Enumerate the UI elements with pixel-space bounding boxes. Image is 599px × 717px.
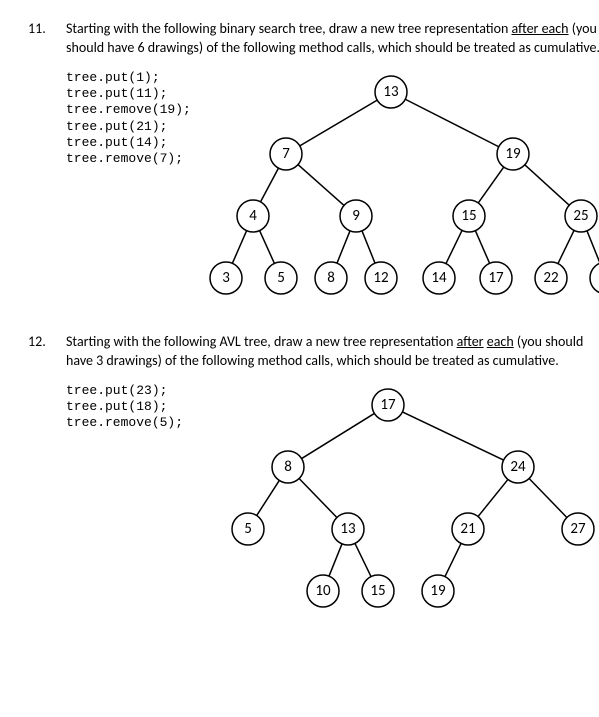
prompt-pre: Starting with the following AVL tree, dr… <box>66 333 457 350</box>
tree-edge <box>300 100 377 146</box>
tree-node-label: 27 <box>570 520 586 538</box>
question-number: 12. <box>28 333 56 616</box>
content-row: tree.put(23); tree.put(18); tree.remove(… <box>66 381 599 616</box>
tree-node-label: 5 <box>244 520 252 538</box>
content-row: tree.put(1); tree.put(11); tree.remove(1… <box>66 68 599 303</box>
tree-edge <box>362 231 375 263</box>
tree-node-label: 25 <box>573 207 588 225</box>
tree-edge <box>525 165 569 205</box>
tree-node-label: 15 <box>461 207 476 225</box>
tree-node-label: 8 <box>284 458 292 476</box>
tree-edge <box>232 230 246 263</box>
tree-svg: 17 8 24 5 13 21 27 10 15 19 <box>183 381 599 616</box>
tree-node-label: 14 <box>431 269 447 287</box>
tree-edge <box>529 478 567 517</box>
tree-node-label: 15 <box>370 582 385 600</box>
tree-svg: 137194915253581214172227 <box>191 68 599 303</box>
code-block: tree.put(23); tree.put(18); tree.remove(… <box>66 381 183 432</box>
tree-node-label: 13 <box>340 520 356 538</box>
question-body: Starting with the following binary searc… <box>66 20 599 303</box>
prompt-pre: Starting with the following binary searc… <box>66 20 511 37</box>
tree-node-label: 7 <box>282 145 290 163</box>
bst-tree: 137194915253581214172227 <box>191 68 599 303</box>
tree-node-label: 8 <box>327 269 335 287</box>
prompt-text: Starting with the following AVL tree, dr… <box>66 333 599 371</box>
tree-node-label: 21 <box>460 520 475 538</box>
tree-node-label: 17 <box>488 269 504 287</box>
tree-edge <box>478 167 503 203</box>
tree-node-label: 5 <box>277 269 285 287</box>
tree-node-label: 4 <box>249 207 257 225</box>
tree-edge <box>259 230 274 263</box>
tree-node-label: 12 <box>373 269 388 287</box>
tree-node-label: 3 <box>222 269 230 287</box>
tree-node-label: 9 <box>352 207 360 225</box>
avl-tree: 17 8 24 5 13 21 27 10 15 19 <box>183 381 599 616</box>
tree-edge <box>329 543 342 575</box>
tree-edge <box>302 413 375 458</box>
tree-node-label: 17 <box>380 396 396 414</box>
tree-edge <box>355 543 371 576</box>
prompt-underline: after each <box>511 20 568 37</box>
tree-edge <box>405 99 498 147</box>
tree-edge <box>260 168 278 202</box>
tree-edge <box>475 230 489 263</box>
tree-edge <box>257 480 280 515</box>
code-block: tree.put(1); tree.put(11); tree.remove(1… <box>66 68 191 168</box>
prompt-text: Starting with the following binary searc… <box>66 20 599 58</box>
question-body: Starting with the following AVL tree, dr… <box>66 333 599 616</box>
tree-edge <box>587 231 599 263</box>
question-number: 11. <box>28 20 56 303</box>
tree-node-label: 19 <box>430 582 446 600</box>
tree-edge <box>446 230 462 263</box>
question-11: 11. Starting with the following binary s… <box>28 20 571 303</box>
tree-edge <box>402 411 503 459</box>
tree-edge <box>299 478 337 517</box>
tree-node-label: 10 <box>315 582 331 600</box>
tree-node-label: 13 <box>383 83 399 101</box>
prompt-underline-2: each <box>487 333 514 350</box>
tree-edge <box>445 543 461 576</box>
tree-edge <box>298 164 344 205</box>
tree-node-label: 19 <box>505 145 521 163</box>
tree-edge <box>337 231 350 263</box>
tree-node-label: 24 <box>510 458 526 476</box>
tree-edge <box>478 479 508 516</box>
prompt-underline-1: after <box>457 333 484 350</box>
question-12: 12. Starting with the following AVL tree… <box>28 333 571 616</box>
tree-node-label: 22 <box>543 269 558 287</box>
tree-edge <box>558 230 574 263</box>
